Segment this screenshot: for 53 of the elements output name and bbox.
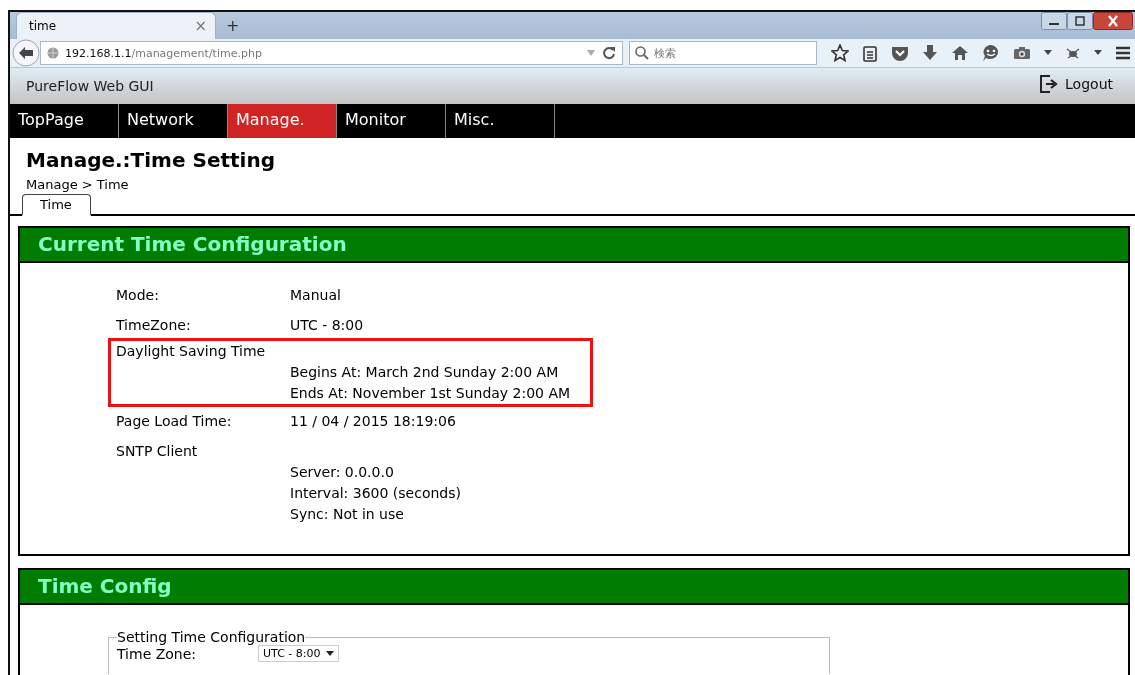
- restore-button[interactable]: [1067, 12, 1093, 30]
- field-label: SNTP Client: [116, 442, 199, 461]
- field-value: UTC - 8:00: [290, 316, 365, 335]
- reload-icon[interactable]: [602, 46, 616, 60]
- nav-tab[interactable]: Manage.: [228, 104, 337, 138]
- close-tab-button[interactable]: ×: [194, 17, 207, 35]
- field-label: Time Zone:: [117, 645, 198, 662]
- url-text[interactable]: 192.168.1.1/management/time.php: [65, 46, 262, 60]
- fieldset-legend: Setting Time Configuration: [117, 629, 306, 645]
- section-tab[interactable]: Time: [22, 194, 91, 216]
- page-title: Manage.:Time Setting: [26, 148, 276, 172]
- smiley-icon[interactable]: [982, 44, 1000, 62]
- logout-link[interactable]: Logout: [1039, 74, 1113, 94]
- panel-title: Time Config: [20, 570, 1128, 605]
- field-label: TimeZone:: [116, 316, 192, 335]
- field-label: Mode:: [116, 286, 160, 305]
- field-label: Daylight Saving Time: [116, 342, 267, 361]
- field-value: Sync: Not in use: [290, 505, 405, 524]
- menu-icon[interactable]: [1115, 46, 1131, 60]
- star-icon[interactable]: [831, 44, 849, 62]
- breadcrumb: Manage > Time: [26, 177, 130, 192]
- field-value: Interval: 3600 (seconds): [290, 484, 462, 503]
- home-icon[interactable]: [951, 45, 969, 61]
- field-value: 11 / 04 / 2015 18:19:06: [290, 412, 457, 431]
- search-field[interactable]: 検索: [629, 41, 817, 65]
- nav-tab[interactable]: Monitor: [337, 104, 446, 138]
- panel-title: Current Time Configuration: [20, 228, 1128, 263]
- dropdown-icon[interactable]: [1094, 50, 1102, 56]
- new-tab-button[interactable]: +: [226, 16, 240, 35]
- bug-icon[interactable]: [1065, 46, 1081, 60]
- nav-tab[interactable]: TopPage: [10, 104, 119, 138]
- field-value: Ends At: November 1st Sunday 2:00 AM: [290, 384, 572, 403]
- field-value: Begins At: March 2nd Sunday 2:00 AM: [290, 363, 560, 382]
- back-button[interactable]: [12, 39, 40, 67]
- globe-icon: [47, 47, 59, 59]
- address-bar[interactable]: 192.168.1.1/management/time.php: [40, 41, 623, 65]
- dropdown-icon[interactable]: [1044, 50, 1052, 56]
- logout-icon: [1039, 74, 1060, 94]
- time-zone-select[interactable]: UTC - 8:00: [258, 645, 340, 662]
- browser-tab[interactable]: time ×: [16, 12, 216, 39]
- download-icon[interactable]: [922, 44, 938, 62]
- clipboard-icon[interactable]: [862, 44, 878, 62]
- field-label: Page Load Time:: [116, 412, 233, 431]
- minimize-button[interactable]: [1041, 12, 1067, 30]
- field-value: Server: 0.0.0.0: [290, 463, 395, 482]
- app-title: PureFlow Web GUI: [26, 78, 154, 94]
- pocket-icon[interactable]: [891, 45, 909, 61]
- camera-icon[interactable]: [1013, 46, 1031, 60]
- nav-tab[interactable]: Misc.: [446, 104, 555, 138]
- close-button[interactable]: [1093, 12, 1133, 30]
- caret-icon: [326, 651, 335, 656]
- field-value: Manual: [290, 286, 342, 305]
- search-icon: [635, 46, 649, 60]
